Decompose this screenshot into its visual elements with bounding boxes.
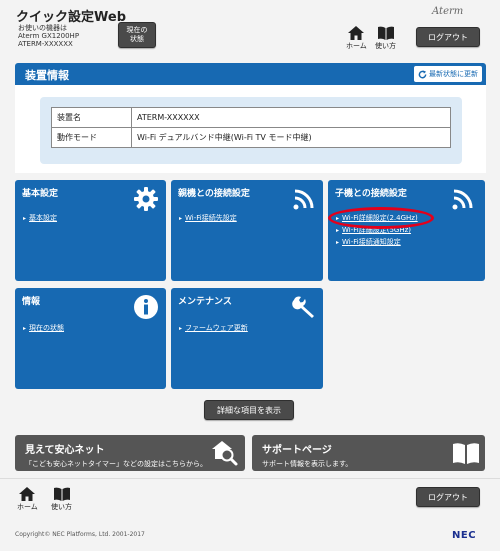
help-nav-button[interactable]: 使い方 <box>375 26 396 51</box>
show-details-button[interactable]: 詳細な項目を表示 <box>204 400 294 420</box>
device-name: ATERM-XXXXXX <box>18 40 73 48</box>
device-model: Aterm GX1200HP <box>18 32 80 40</box>
banner-title: サポートページ <box>262 445 332 456</box>
link-basic-settings[interactable]: 基本設定 <box>23 213 57 223</box>
refresh-label: 最新状態に更新 <box>429 70 478 78</box>
safe-net-banner[interactable]: 見えて安心ネット 「こども安心ネットタイマー」などの設定はこちらから。 <box>15 435 245 471</box>
home-label: ホーム <box>17 503 38 511</box>
tile-title: 子機との接続設定 <box>335 189 407 199</box>
tile-title: 基本設定 <box>22 189 59 199</box>
link-wifi-connection-target[interactable]: Wi-Fi接続先設定 <box>179 213 237 223</box>
help-label: 使い方 <box>375 42 396 50</box>
nec-logo: NEC <box>452 530 477 541</box>
copyright: Copyright© NEC Platforms, Ltd. 2001-2017 <box>15 531 145 538</box>
app-title: クイック設定Web <box>16 10 126 25</box>
footer-logout-button[interactable]: ログアウト <box>416 487 480 507</box>
house-search-icon <box>212 441 238 466</box>
home-icon <box>348 26 365 40</box>
banner-desc: 「こども安心ネットタイマー」などの設定はこちらから。 <box>25 460 207 468</box>
wrench-icon <box>292 296 314 318</box>
footer-divider <box>0 478 500 479</box>
footer-help-button[interactable]: 使い方 <box>51 487 72 512</box>
row-value: Wi-Fi デュアルバンド中継(Wi-Fi TV モード中継) <box>131 127 451 148</box>
banner-title: 見えて安心ネット <box>25 445 105 456</box>
table-row: 装置名 ATERM-XXXXXX <box>51 107 451 128</box>
link-wifi-detail-5ghz[interactable]: Wi-Fi詳細設定(5GHz) <box>336 225 411 235</box>
tile-info: 情報 現在の状態 <box>15 288 166 389</box>
row-key: 動作モード <box>51 127 132 148</box>
footer-home-button[interactable]: ホーム <box>17 487 38 512</box>
home-nav-button[interactable]: ホーム <box>346 26 367 51</box>
link-firmware-update[interactable]: ファームウェア更新 <box>179 323 248 333</box>
refresh-button[interactable]: 最新状態に更新 <box>414 66 482 82</box>
gear-icon <box>134 187 158 211</box>
book-icon <box>453 443 479 464</box>
tile-title: 親機との接続設定 <box>178 189 250 199</box>
wifi-icon <box>293 189 314 210</box>
link-wifi-detail-24ghz[interactable]: Wi-Fi詳細設定(2.4GHz) <box>336 213 418 223</box>
link-current-status[interactable]: 現在の状態 <box>23 323 64 333</box>
tile-parent-connection: 親機との接続設定 Wi-Fi接続先設定 <box>171 180 323 281</box>
device-caption: お使いの機器は <box>18 24 67 32</box>
book-icon <box>377 26 394 40</box>
device-info-header: 装置情報 最新状態に更新 <box>15 63 486 85</box>
help-label: 使い方 <box>51 503 72 511</box>
brand-logo: Aterm <box>432 6 464 17</box>
home-icon <box>19 487 36 501</box>
book-icon <box>53 487 70 501</box>
refresh-icon <box>418 69 427 78</box>
support-banner[interactable]: サポートページ サポート情報を表示します。 <box>252 435 485 471</box>
panel-title: 装置情報 <box>25 69 69 82</box>
table-row: 動作モード Wi-Fi デュアルバンド中継(Wi-Fi TV モード中継) <box>51 127 451 148</box>
tile-basic-settings: 基本設定 基本設定 <box>15 180 166 281</box>
tile-maintenance: メンテナンス ファームウェア更新 <box>171 288 323 389</box>
logout-button[interactable]: ログアウト <box>416 27 480 47</box>
current-status-button[interactable]: 現在の 状態 <box>118 22 156 48</box>
link-wifi-connection-notify[interactable]: Wi-Fi接続通知設定 <box>336 237 401 247</box>
tile-child-connection: 子機との接続設定 Wi-Fi詳細設定(2.4GHz) Wi-Fi詳細設定(5GH… <box>328 180 485 281</box>
banner-desc: サポート情報を表示します。 <box>262 460 353 468</box>
info-icon <box>134 295 158 319</box>
row-value: ATERM-XXXXXX <box>131 107 451 128</box>
tile-title: メンテナンス <box>178 297 232 307</box>
device-info-table: 装置名 ATERM-XXXXXX 動作モード Wi-Fi デュアルバンド中継(W… <box>51 107 451 148</box>
wifi-icon <box>452 189 473 210</box>
tile-title: 情報 <box>22 297 41 307</box>
header: クイック設定Web お使いの機器は Aterm GX1200HP ATERM-X… <box>0 0 500 60</box>
row-key: 装置名 <box>51 107 132 128</box>
home-label: ホーム <box>346 42 367 50</box>
